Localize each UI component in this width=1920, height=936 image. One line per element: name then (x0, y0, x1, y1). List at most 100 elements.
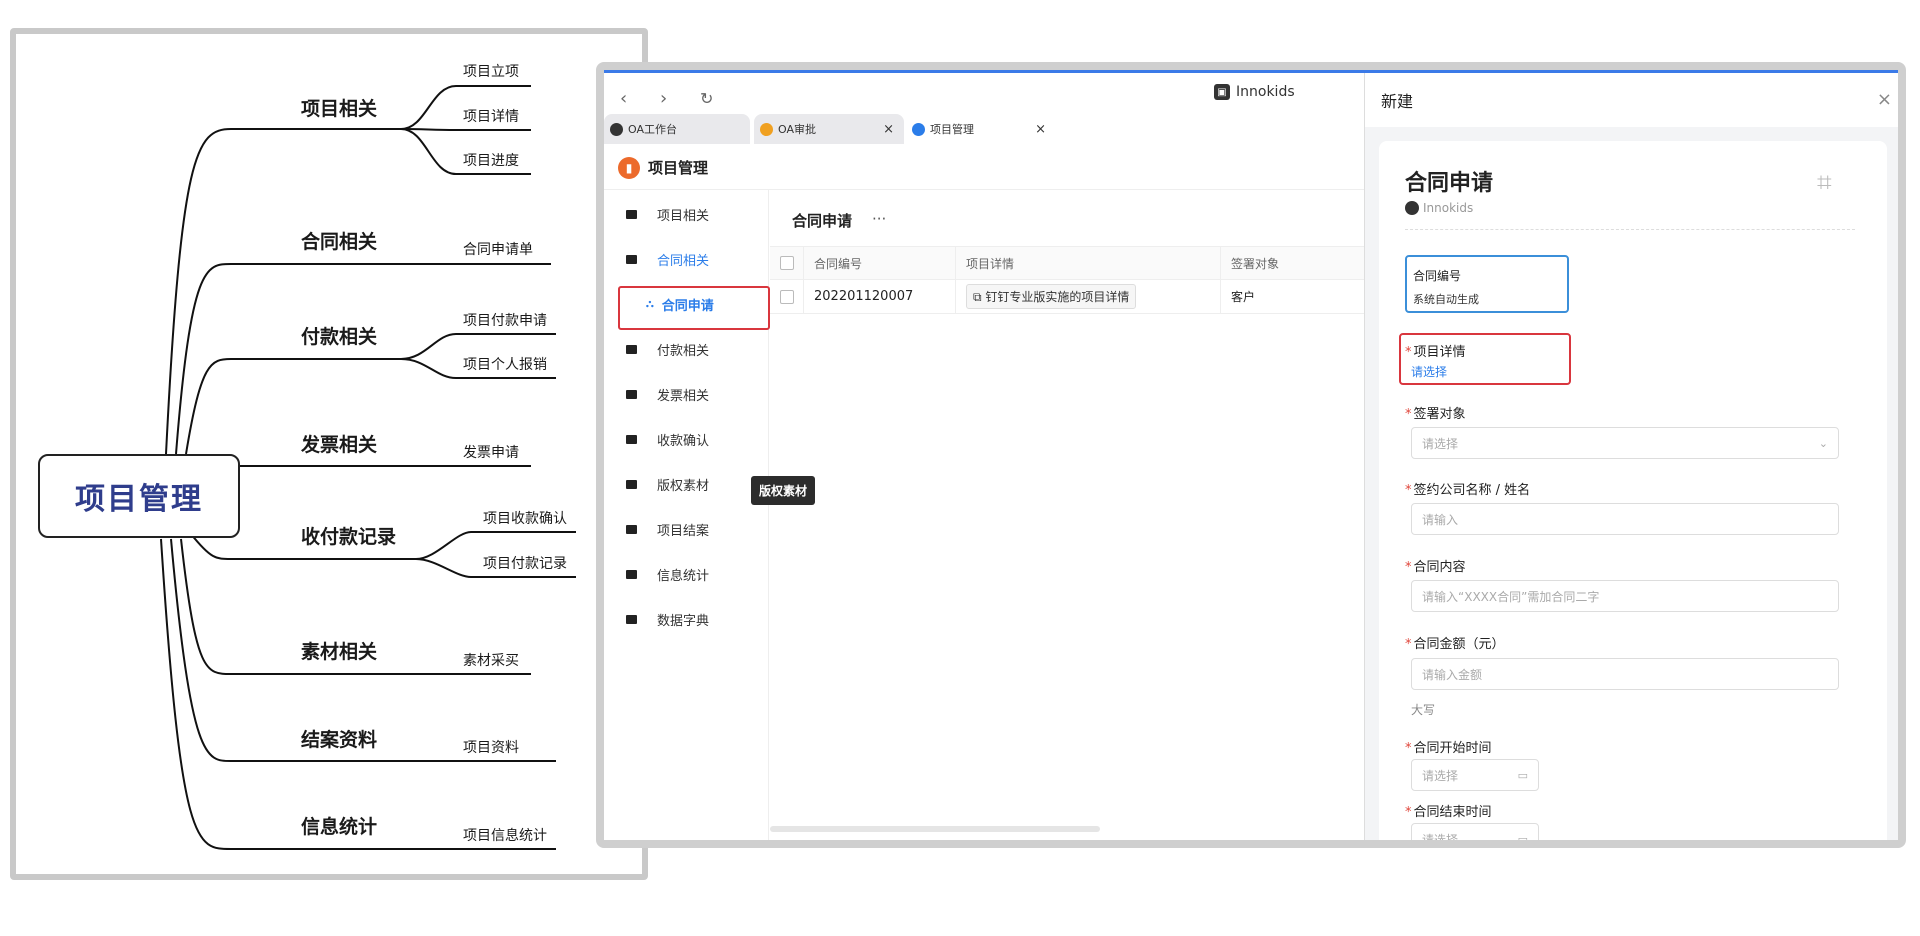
start-date-picker[interactable]: 请选择 ▭ (1411, 759, 1539, 791)
folder-icon (626, 434, 637, 444)
sidebar-item-receipt[interactable]: 收款确认 (604, 421, 769, 457)
party-label: * 签署对象 (1405, 407, 1466, 422)
sidebar-item-label: 版权素材 (657, 478, 710, 494)
sidebar-item-label: 数据字典 (657, 613, 710, 629)
refresh-icon[interactable]: ↻ (700, 89, 713, 108)
folder-icon (626, 209, 637, 219)
qr-code-icon[interactable]: ⌗ (1817, 168, 1847, 198)
content-input[interactable]: 请输入“XXXX合同”需加合同二字 (1411, 580, 1839, 612)
sidebar-item-dictionary[interactable]: 数据字典 (604, 601, 769, 637)
folder-icon (626, 524, 637, 534)
project-management-icon (912, 122, 925, 136)
sidebar-item-label: 发票相关 (657, 388, 710, 404)
vertical-scrollbar[interactable] (1904, 133, 1906, 443)
form-title: 合同申请 (1405, 171, 1494, 196)
horizontal-scrollbar[interactable] (770, 826, 1100, 832)
sidebar-item-copyright[interactable]: 版权素材 (604, 466, 769, 502)
content-label: * 合同内容 (1405, 560, 1466, 575)
sidebar-item-contract[interactable]: 合同相关 (604, 241, 769, 277)
leaf-label: 项目信息统计 (463, 828, 547, 844)
close-tab-icon[interactable]: × (883, 122, 894, 137)
sidebar-item-label: 合同相关 (657, 253, 710, 269)
sidebar: 项目相关 合同相关 ⛬ 合同申请 付款相关 发票相关 收款确认 版权素材 项目结… (604, 190, 770, 840)
org-line: Innokids (1405, 201, 1473, 215)
cell-contract-no: 202201120007 (804, 279, 956, 314)
highlight-box (618, 286, 770, 330)
branch-label: 信息统计 (301, 816, 378, 838)
contract-no-label: 合同编号 (1413, 269, 1462, 283)
project-link[interactable]: ⧉ 钉钉专业版实施的项目详情 (966, 284, 1137, 309)
tab-oa-approval[interactable]: OA审批 × (754, 114, 904, 144)
tab-oa-workbench[interactable]: OA工作台 (604, 114, 750, 144)
folder-icon (626, 569, 637, 579)
tab-label: OA工作台 (628, 123, 677, 136)
select-all-checkbox[interactable] (780, 256, 794, 270)
drawer-header: 新建 × (1365, 73, 1898, 127)
leaf-label: 项目收款确认 (483, 511, 567, 527)
leaf-label: 项目资料 (463, 740, 519, 756)
sidebar-item-label: 收款确认 (657, 433, 710, 449)
sidebar-item-closing[interactable]: 项目结案 (604, 511, 769, 547)
table-row[interactable]: 202201120007 ⧉ 钉钉专业版实施的项目详情 客户 (770, 279, 1370, 314)
row-checkbox[interactable] (780, 289, 794, 304)
branch-label: 项目相关 (301, 98, 378, 120)
org-logo-icon (1405, 201, 1419, 215)
close-tab-icon[interactable]: × (1035, 122, 1046, 137)
table-header: 合同编号 项目详情 签署对象 (770, 246, 1370, 280)
leaf-label: 合同申请单 (463, 242, 533, 258)
connector-xmxg (165, 128, 401, 455)
oa-approval-icon (760, 122, 773, 136)
app-title: 项目管理 (648, 159, 709, 177)
branch-label: 收付款记录 (301, 526, 397, 548)
brand-name: Innokids (1236, 84, 1295, 100)
sidebar-item-label: 项目结案 (657, 523, 710, 539)
branch-label: 素材相关 (301, 641, 378, 663)
folder-icon (626, 614, 637, 624)
calendar-icon: ▭ (1517, 832, 1528, 846)
sidebar-item-label: 付款相关 (657, 343, 710, 359)
company-input[interactable]: 请输入 (1411, 503, 1839, 535)
oa-workbench-icon (610, 122, 623, 136)
sidebar-item-project[interactable]: 项目相关 (604, 196, 769, 232)
column-header[interactable]: 项目详情 (956, 246, 1221, 280)
party-select[interactable]: 请选择 ⌄ (1411, 427, 1839, 459)
leaf-label: 项目立项 (463, 64, 519, 80)
header-checkbox-cell (770, 246, 804, 280)
sidebar-item-payment[interactable]: 付款相关 (604, 331, 769, 367)
amount-placeholder: 请输入金额 (1422, 667, 1483, 682)
branch-label: 结案资料 (301, 729, 378, 751)
sidebar-item-statistics[interactable]: 信息统计 (604, 556, 769, 592)
close-icon[interactable]: × (1877, 89, 1892, 110)
branch-label: 发票相关 (301, 434, 378, 456)
contract-no-value: 系统自动生成 (1413, 293, 1479, 306)
row-checkbox-cell (770, 279, 804, 314)
leaf-label: 项目个人报销 (463, 357, 547, 373)
connector-xxtj (160, 538, 401, 850)
leaf-label: 项目详情 (463, 109, 519, 125)
sidebar-item-invoice[interactable]: 发票相关 (604, 376, 769, 412)
branch-label: 合同相关 (301, 231, 378, 253)
leaf-label: 发票申请 (463, 445, 519, 461)
end-date-picker[interactable]: 请选择 ▭ (1411, 823, 1539, 847)
forward-icon[interactable]: › (660, 88, 667, 109)
leaf-label: 素材采买 (463, 653, 519, 669)
start-date-label: * 合同开始时间 (1405, 741, 1492, 756)
content-placeholder: 请输入“XXXX合同”需加合同二字 (1422, 589, 1600, 604)
chevron-down-icon: ⌄ (1818, 436, 1828, 450)
project-label: * 项目详情 (1405, 345, 1466, 360)
more-icon[interactable]: ··· (872, 210, 886, 228)
column-header[interactable]: 合同编号 (804, 246, 956, 280)
amount-label: * 合同金额（元） (1405, 637, 1505, 652)
branch-label: 付款相关 (301, 326, 378, 348)
company-placeholder: 请输入 (1422, 512, 1459, 527)
folder-icon (626, 479, 637, 489)
drawer-title: 新建 (1381, 92, 1414, 111)
column-header[interactable]: 签署对象 (1221, 246, 1370, 280)
tab-project-management[interactable]: 项目管理 × (906, 114, 1056, 144)
back-icon[interactable]: ‹ (620, 88, 627, 109)
cell-project: ⧉ 钉钉专业版实施的项目详情 (956, 279, 1221, 314)
project-select-link[interactable]: 请选择 (1411, 363, 1447, 380)
end-date-placeholder: 请选择 (1422, 832, 1459, 847)
amount-input[interactable]: 请输入金额 (1411, 658, 1839, 690)
brand: ▣ Innokids (1214, 84, 1295, 100)
